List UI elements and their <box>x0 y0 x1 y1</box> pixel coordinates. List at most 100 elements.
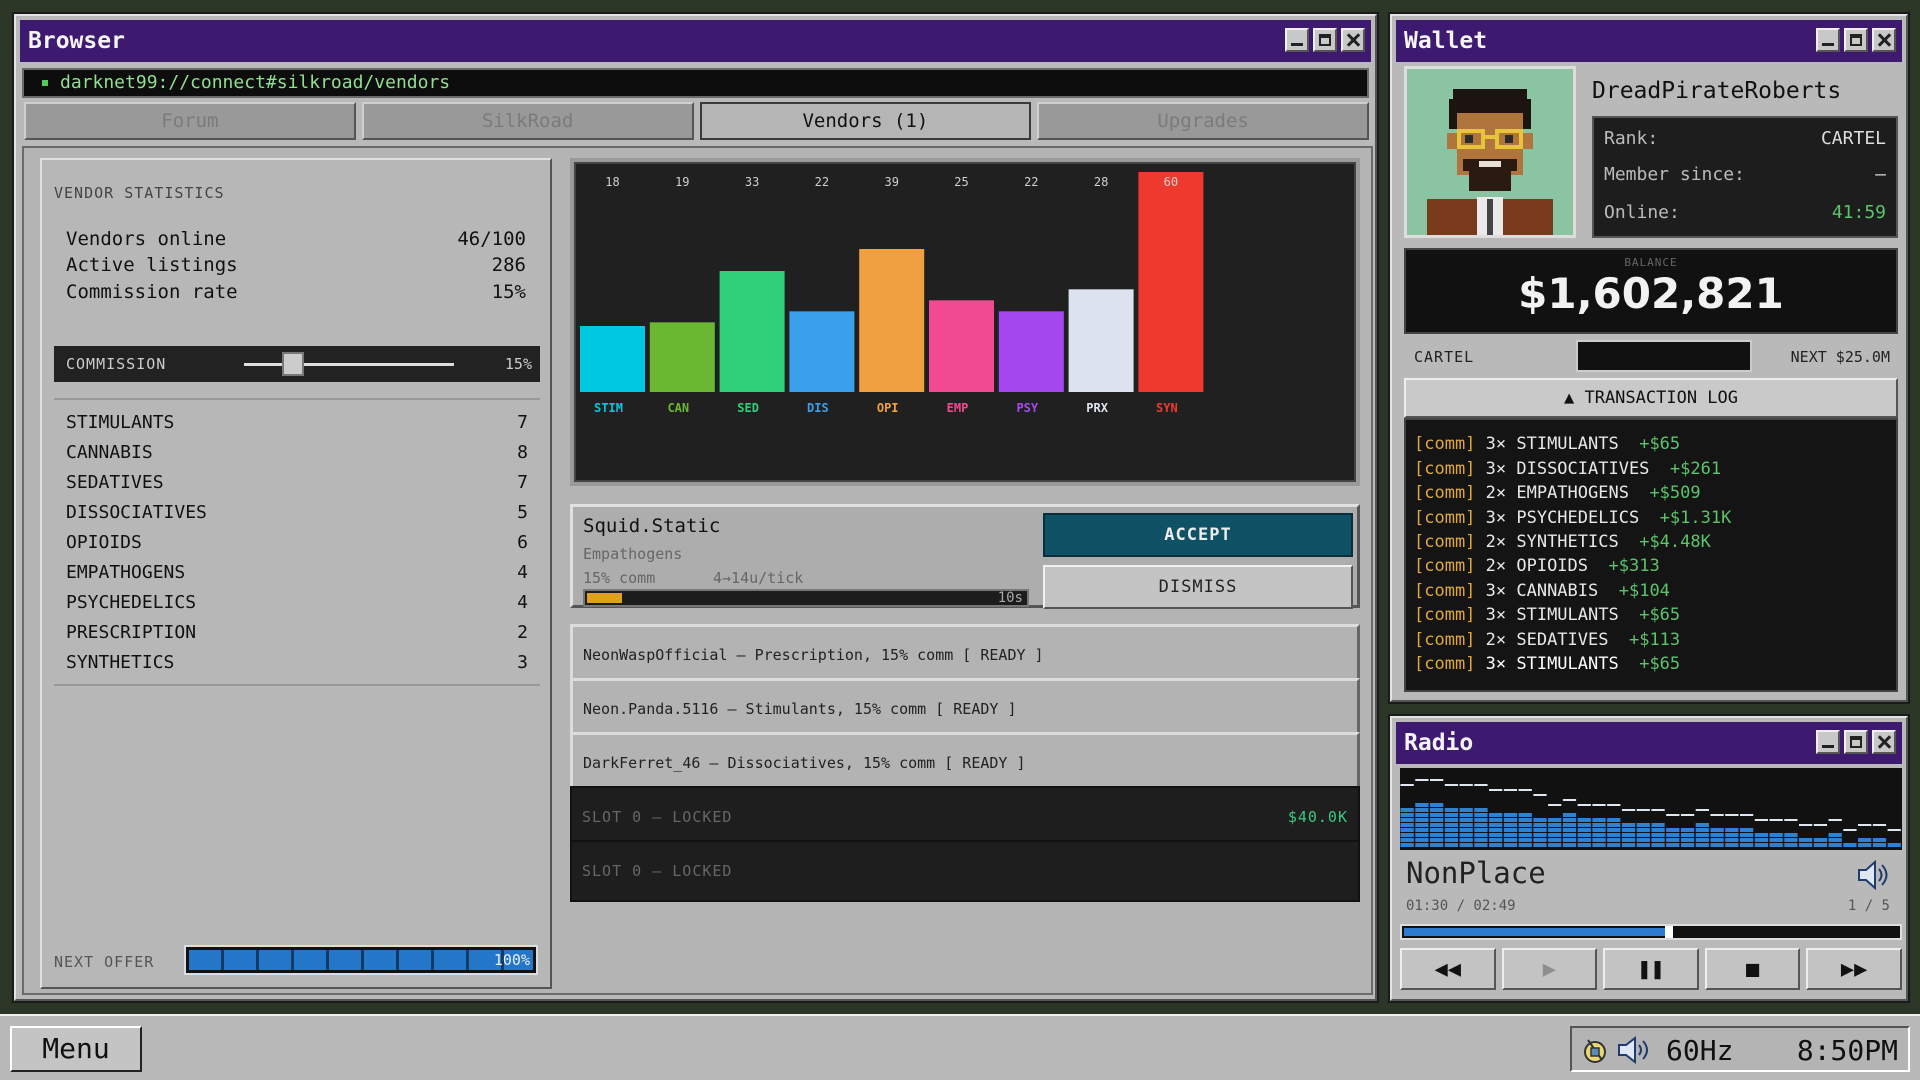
visualizer-bar-segment <box>1444 808 1459 812</box>
visualizer-bar-segment <box>1444 843 1459 847</box>
visualizer-peak <box>1651 809 1665 811</box>
visualizer-bar-segment <box>1607 833 1621 837</box>
visualizer-bar-segment <box>1739 838 1754 842</box>
visualizer-bar-segment <box>1415 808 1429 812</box>
accept-button[interactable]: ACCEPT <box>1043 513 1353 557</box>
commission-slider-knob[interactable] <box>282 352 304 376</box>
tx-desc: 3× PSYCHEDELICS <box>1475 507 1640 528</box>
transaction-log-toggle[interactable]: ▲ TRANSACTION LOG <box>1404 378 1898 418</box>
chart-bar-dis <box>789 311 855 392</box>
speaker-icon[interactable] <box>1856 860 1888 890</box>
visualizer-bar-segment <box>1562 833 1577 837</box>
radio-titlebar[interactable]: Radio <box>1396 722 1902 764</box>
visualizer-bar-segment <box>1739 833 1754 837</box>
visualizer-bar-segment <box>1548 843 1562 847</box>
tx-amount: +$65 <box>1639 605 1681 626</box>
vendors-page: VENDOR STATISTICS Vendors online 46/100 … <box>22 146 1373 995</box>
avatar <box>1404 66 1576 238</box>
menu-button[interactable]: Menu <box>10 1026 142 1072</box>
tab-forum[interactable]: Forum <box>24 102 356 140</box>
chart-bar-can <box>649 322 715 392</box>
wallet-window: Wallet DreadPirateRoberts Rank: CARTEL M… <box>1390 14 1908 702</box>
visualizer-bar-segment <box>1636 823 1650 827</box>
locked-slot[interactable]: SLOT 0 — LOCKED $40.0K <box>570 786 1360 848</box>
offer-timer-text: 10s <box>997 590 1023 606</box>
rank-label: Rank: <box>1604 128 1659 149</box>
category-row: CANNABIS 8 <box>54 438 540 468</box>
browser-titlebar[interactable]: Browser <box>20 20 1371 62</box>
visualizer-bar-segment <box>1725 828 1739 832</box>
prev-icon[interactable]: ◀◀ <box>1400 948 1496 990</box>
next-icon[interactable]: ▶▶ <box>1806 948 1902 990</box>
close-icon[interactable] <box>1872 28 1896 52</box>
minimize-icon[interactable] <box>1816 28 1840 52</box>
tx-desc: 2× SEDATIVES <box>1475 629 1609 650</box>
seek-bar[interactable] <box>1400 924 1902 940</box>
chart-value-label: 22 <box>1024 175 1038 189</box>
vendor-offer-card: Squid.Static Empathogens 15% comm 4→14u/… <box>570 504 1360 609</box>
visualizer-bar-segment <box>1430 838 1444 842</box>
stop-icon[interactable]: ■ <box>1704 948 1801 990</box>
minimize-icon[interactable] <box>1816 730 1840 754</box>
pause-icon[interactable]: ❚❚ <box>1603 948 1699 990</box>
commission-control: COMMISSION 15% <box>54 346 540 382</box>
play-icon[interactable]: ▶ <box>1501 948 1598 990</box>
visualizer-bar-segment <box>1577 823 1591 827</box>
maximize-icon[interactable] <box>1844 730 1868 754</box>
wallet-titlebar[interactable]: Wallet <box>1396 20 1902 62</box>
transaction-row: [comm] 2× OPIOIDS +$313 <box>1414 554 1888 578</box>
rank-value: CARTEL <box>1820 128 1886 149</box>
visualizer-bar-segment <box>1769 843 1783 847</box>
visualizer-bar-segment <box>1784 833 1798 837</box>
radio-title: Radio <box>1404 730 1474 756</box>
network-icon[interactable] <box>1582 1036 1608 1064</box>
visualizer-bar-segment <box>1459 828 1473 832</box>
url-bar[interactable]: darknet99://connect#silkroad/vendors <box>22 68 1369 98</box>
tab-vendors[interactable]: Vendors (1) <box>699 102 1032 140</box>
maximize-icon[interactable] <box>1844 28 1868 52</box>
visualizer-bar-segment <box>1400 838 1414 842</box>
visualizer-bar-segment <box>1415 828 1429 832</box>
maximize-icon[interactable] <box>1313 28 1337 52</box>
dismiss-button[interactable]: DISMISS <box>1043 565 1353 609</box>
visualizer-bar-segment <box>1444 838 1459 842</box>
visualizer-bar-segment <box>1518 828 1532 832</box>
queued-vendor[interactable]: DarkFerret_46 — Dissociatives, 15% comm … <box>570 732 1360 794</box>
visualizer-bar-segment <box>1651 843 1665 847</box>
visualizer-bar-segment <box>1621 843 1636 847</box>
queued-vendor[interactable]: NeonWaspOfficial — Prescription, 15% com… <box>570 624 1360 686</box>
seek-knob[interactable] <box>1664 926 1673 938</box>
queued-vendor[interactable]: Neon.Panda.5116 — Stimulants, 15% comm [… <box>570 678 1360 740</box>
tx-desc: 2× SYNTHETICS <box>1475 531 1619 552</box>
locked-slot[interactable]: SLOT 0 — LOCKED <box>570 840 1360 902</box>
speaker-icon[interactable] <box>1616 1036 1652 1064</box>
visualizer-bar-segment <box>1430 828 1444 832</box>
visualizer-bar-segment <box>1474 828 1488 832</box>
chart-bar-psy <box>998 311 1064 392</box>
visualizer-bar-segment <box>1621 838 1636 842</box>
category-count: 2 <box>517 622 528 643</box>
commission-slider-track[interactable] <box>244 363 454 366</box>
visualizer-bar-segment <box>1784 838 1798 842</box>
visualizer-bar-segment <box>1680 838 1695 842</box>
transaction-log[interactable]: [comm] 3× STIMULANTS +$65 [comm] 3× DISS… <box>1404 418 1898 692</box>
chart-value-label: 33 <box>745 175 759 189</box>
visualizer-peak <box>1799 824 1813 826</box>
close-icon[interactable] <box>1872 730 1896 754</box>
tab-upgrades[interactable]: Upgrades <box>1037 102 1369 140</box>
minimize-icon[interactable] <box>1285 28 1309 52</box>
visualizer-bar-segment <box>1887 843 1901 847</box>
visualizer-bar-segment <box>1400 823 1414 827</box>
tab-silkroad[interactable]: SilkRoad <box>361 102 694 140</box>
category-label: SEDATIVES <box>66 472 164 493</box>
close-icon[interactable] <box>1341 28 1365 52</box>
next-offer-progress: 100% <box>184 945 538 975</box>
visualizer-bar-segment <box>1725 838 1739 842</box>
visualizer-bar-segment <box>1474 838 1488 842</box>
visualizer-bar-segment <box>1518 843 1532 847</box>
visualizer-bar-segment <box>1754 843 1768 847</box>
category-label: OPIOIDS <box>66 532 142 553</box>
visualizer-bar-segment <box>1666 843 1680 847</box>
chart-category-label: CAN <box>667 401 689 415</box>
visualizer-bar-segment <box>1636 843 1650 847</box>
